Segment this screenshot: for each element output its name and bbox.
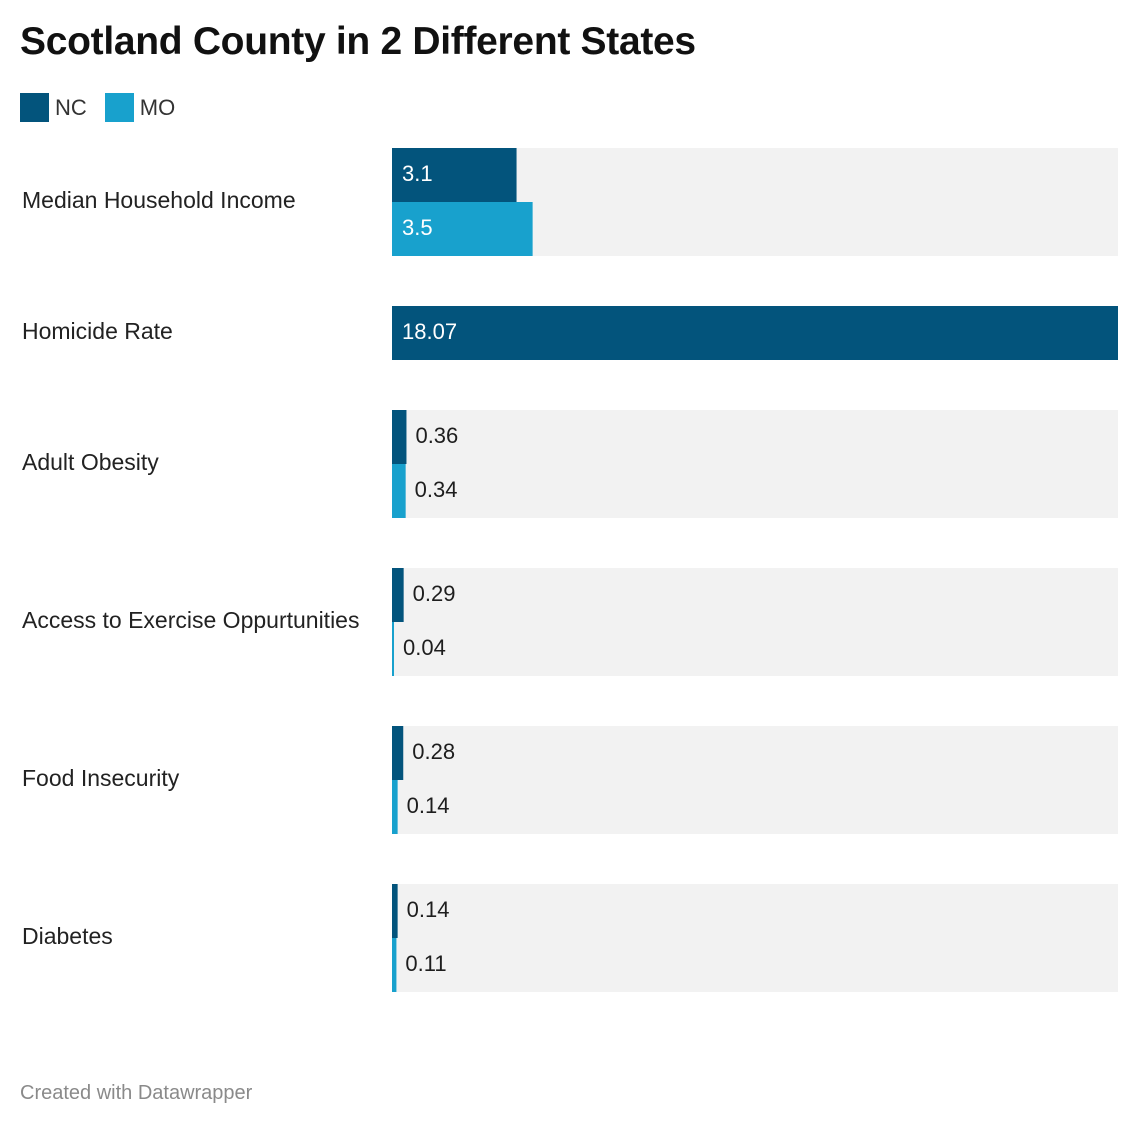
category-label: Diabetes (22, 923, 113, 949)
bar-nc (392, 726, 404, 780)
bar-track (392, 726, 1118, 834)
bar-nc (392, 410, 407, 464)
value-label-mo: 0.04 (403, 635, 446, 660)
bar-chart: Median Household Income 3.1 3.5 Homicide Ra… (22, 148, 1118, 992)
category-label: Homicide Rate (22, 318, 173, 344)
value-label-nc: 0.14 (407, 897, 450, 922)
bar-track (392, 410, 1118, 518)
footer-credit: Created with Datawrapper (20, 1082, 253, 1104)
value-label-nc: 3.1 (402, 161, 433, 186)
bar-mo (392, 464, 406, 518)
category-label: Median Household Income (22, 187, 296, 213)
value-label-mo: 3.5 (402, 215, 433, 240)
value-label-mo: 0.34 (415, 477, 458, 502)
value-label-mo: 0.14 (407, 793, 450, 818)
bar-nc (392, 568, 404, 622)
value-label-nc: 0.36 (415, 423, 458, 448)
category-label: Food Insecurity (22, 765, 180, 791)
bar-track (392, 884, 1118, 992)
value-label-nc: 18.07 (402, 319, 457, 344)
bar-nc (392, 306, 1118, 360)
bar-track (392, 568, 1118, 676)
bar-mo (392, 622, 394, 676)
category-label: Access to Exercise Oppurtunities (22, 607, 359, 633)
bar-nc (392, 884, 398, 938)
category-label: Adult Obesity (22, 449, 159, 475)
bar-mo (392, 780, 398, 834)
value-label-nc: 0.28 (412, 739, 455, 764)
value-label-nc: 0.29 (413, 581, 456, 606)
bar-mo (392, 938, 397, 992)
value-label-mo: 0.11 (405, 951, 446, 976)
